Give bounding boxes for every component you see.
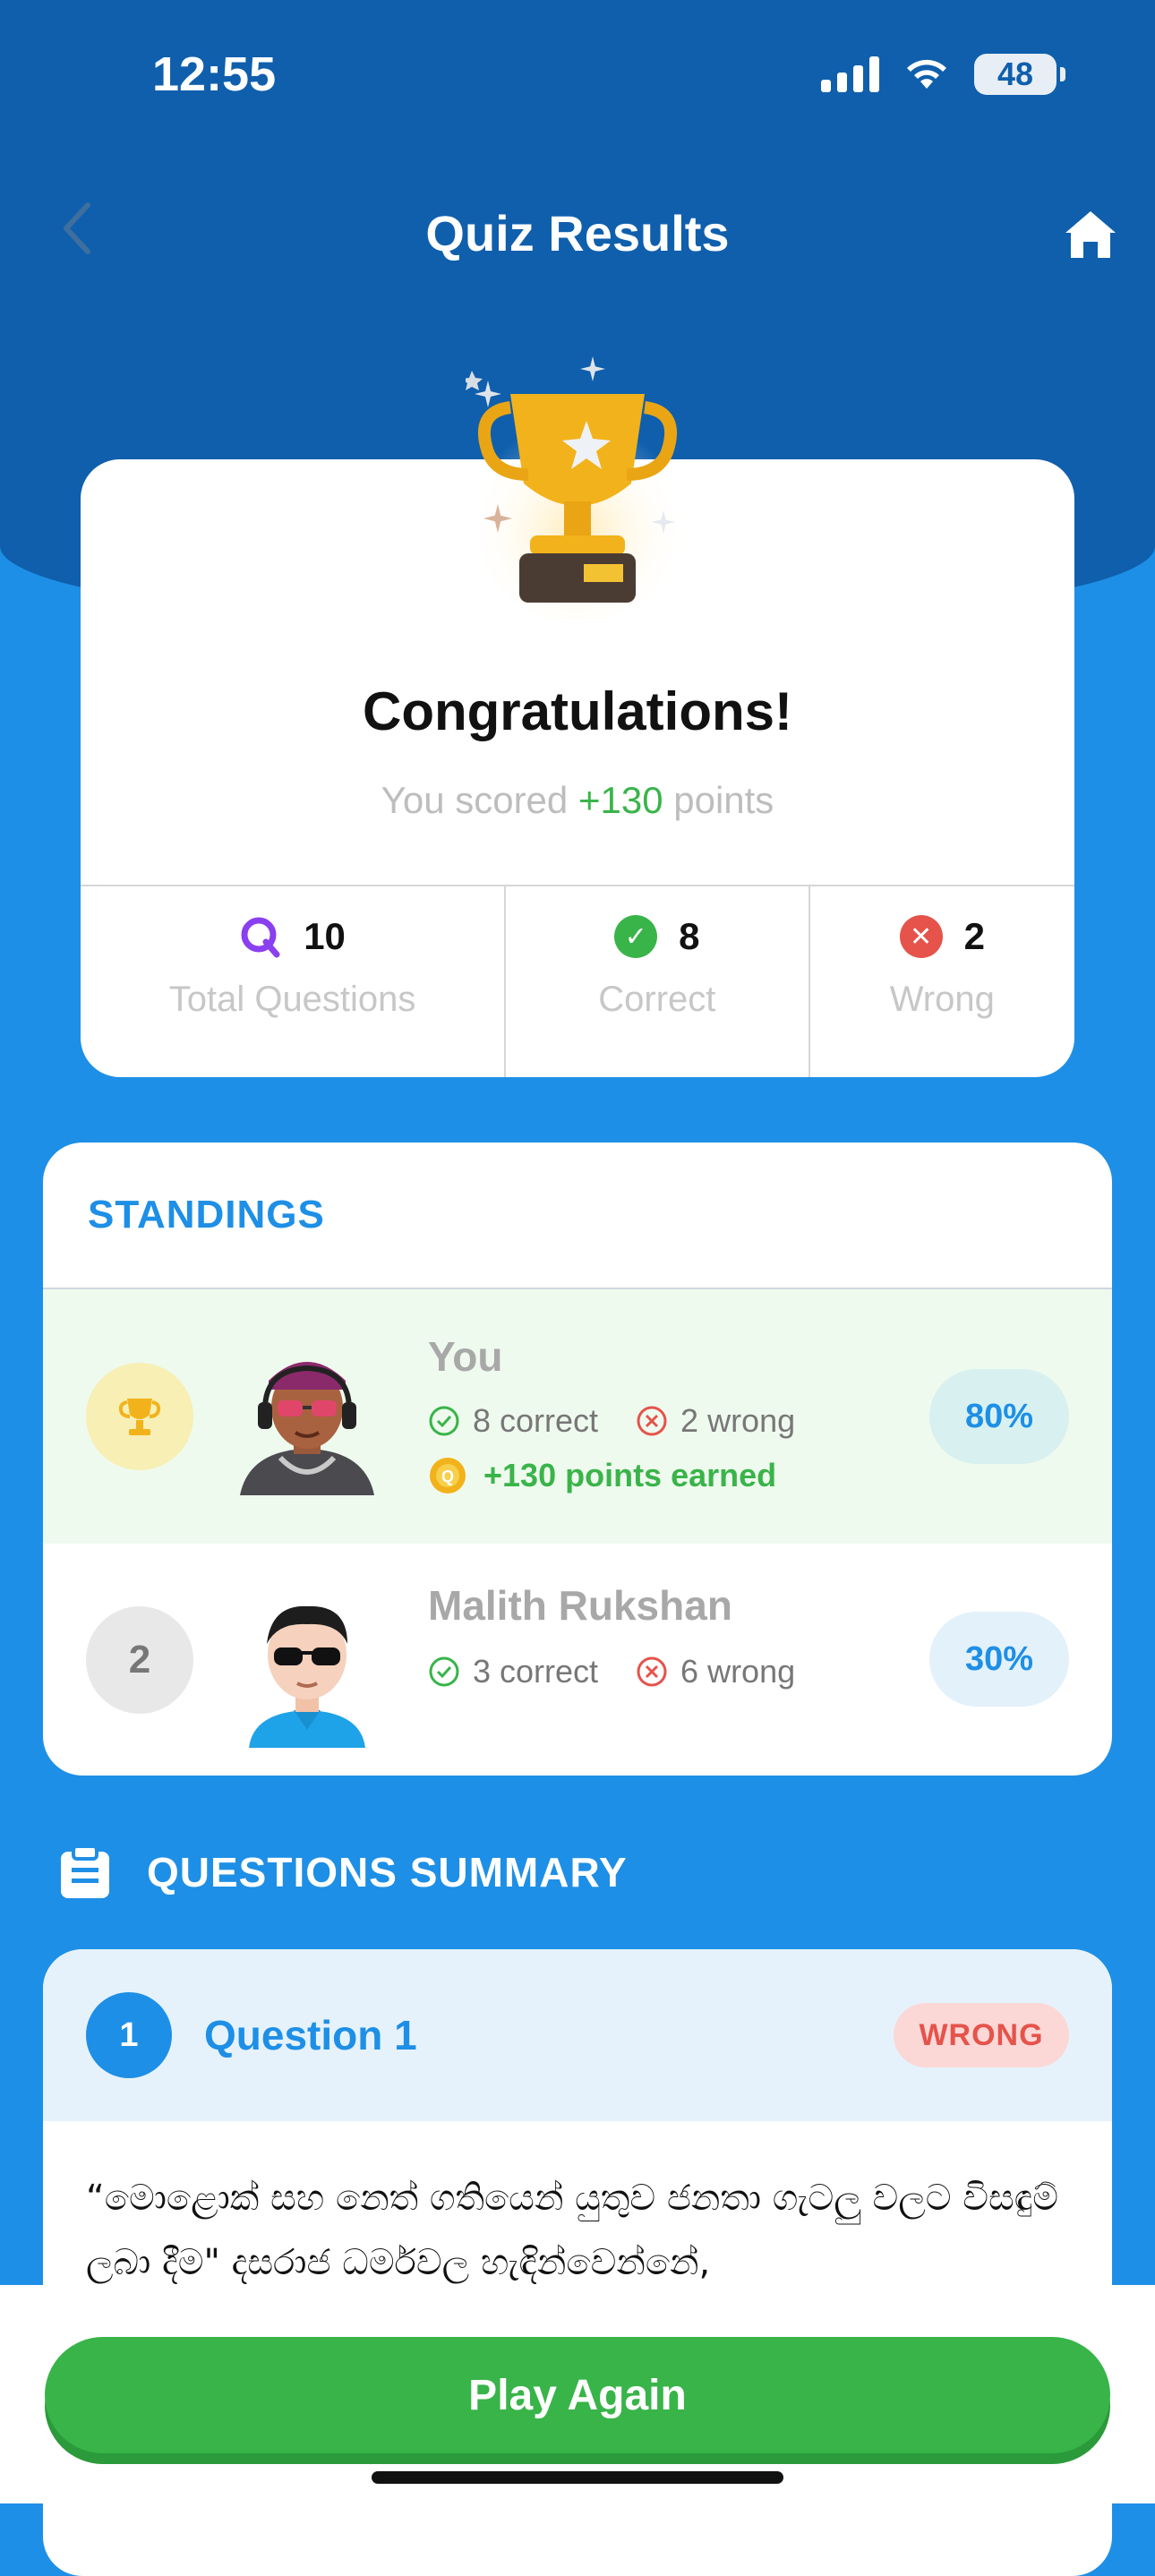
stat-label: Wrong <box>889 980 995 1019</box>
standing-row-you[interactable]: You 8 correct 2 wrong Q +130 points earn… <box>43 1289 1112 1544</box>
stat-total-questions: 10 Total Questions <box>81 886 504 1077</box>
x-circle-icon <box>637 1656 667 1687</box>
battery-icon: 48 <box>974 54 1065 95</box>
score-prefix: You scored <box>381 779 578 821</box>
stats-row: 10 Total Questions ✓ 8 Correct ✕ 2 Wrong <box>81 885 1074 1077</box>
percent-badge: 30% <box>929 1612 1069 1707</box>
sparkle-icon <box>475 381 501 407</box>
player-stats: 8 correct 2 wrong <box>428 1402 817 1440</box>
x-circle-icon <box>637 1406 667 1436</box>
stat-label: Correct <box>598 980 716 1019</box>
score-suffix: points <box>663 779 774 821</box>
rank-trophy-badge <box>86 1363 193 1470</box>
home-button[interactable] <box>1062 206 1119 263</box>
question-text: “මොළොක් සහ නෙත් ගතියෙන් යුතුව ජනතා ගැටලු… <box>86 2178 1058 2283</box>
coin-icon: Q <box>430 1458 466 1493</box>
quiz-q-icon <box>241 917 280 958</box>
check-circle-icon <box>429 1406 459 1436</box>
check-circle-icon: ✓ <box>614 915 658 958</box>
congrats-title: Congratulations! <box>363 681 792 741</box>
status-badge: WRONG <box>894 2003 1069 2067</box>
player-name: You <box>428 1333 503 1380</box>
standings-title: STANDINGS <box>43 1143 1112 1289</box>
sparkle-icon <box>483 504 512 533</box>
wrong-count: 6 wrong <box>680 1653 796 1690</box>
svg-text:Q: Q <box>441 1468 454 1485</box>
player-stats: 3 correct 6 wrong <box>428 1653 817 1690</box>
stat-value: 10 <box>304 915 346 957</box>
home-indicator <box>372 2471 783 2484</box>
sparkle-icon <box>652 510 675 534</box>
standing-row-2[interactable]: 2 Malith Rukshan 3 correct 6 wrong 30% <box>43 1544 1112 1776</box>
wrong-count: 2 wrong <box>680 1402 796 1439</box>
play-again-button[interactable]: Play Again <box>45 2337 1110 2453</box>
question-number: 1 <box>86 1992 172 2078</box>
earned-text: +130 points earned <box>483 1457 777 1493</box>
points-earned: Q +130 points earned <box>428 1456 776 1495</box>
signal-icon <box>821 56 879 92</box>
clipboard-icon <box>61 1844 109 1898</box>
x-circle-icon: ✕ <box>899 915 943 958</box>
stat-value: 2 <box>963 915 985 957</box>
trophy-icon <box>118 1399 161 1435</box>
question-title: Question 1 <box>204 2012 417 2058</box>
score-points: +130 <box>578 779 663 821</box>
player-name: Malith Rukshan <box>428 1582 732 1629</box>
wifi-icon <box>907 59 946 89</box>
status-time: 12:55 <box>152 47 277 101</box>
score-text: You scored +130 points <box>81 779 1074 822</box>
check-circle-icon <box>429 1656 459 1687</box>
questions-summary-header: QUESTIONS SUMMARY <box>59 1844 628 1900</box>
standings-card: STANDINGS You 8 correct 2 wrong Q +130 p… <box>43 1143 1112 1776</box>
sparkle-icon <box>580 356 605 381</box>
question-header: 1 Question 1 WRONG <box>43 1949 1112 2121</box>
correct-count: 3 correct <box>473 1653 599 1690</box>
summary-title: QUESTIONS SUMMARY <box>147 1849 628 1896</box>
stat-correct: ✓ 8 Correct <box>504 886 808 1077</box>
stat-value: 8 <box>679 915 700 957</box>
avatar <box>249 1605 365 1748</box>
status-icons: 48 <box>821 54 1065 95</box>
avatar <box>240 1362 374 1495</box>
rank-badge: 2 <box>86 1606 193 1714</box>
correct-count: 8 correct <box>473 1402 599 1439</box>
percent-badge: 80% <box>929 1369 1069 1464</box>
page-title: Quiz Results <box>425 205 730 261</box>
stat-wrong: ✕ 2 Wrong <box>808 886 1074 1077</box>
stat-label: Total Questions <box>168 980 416 1019</box>
